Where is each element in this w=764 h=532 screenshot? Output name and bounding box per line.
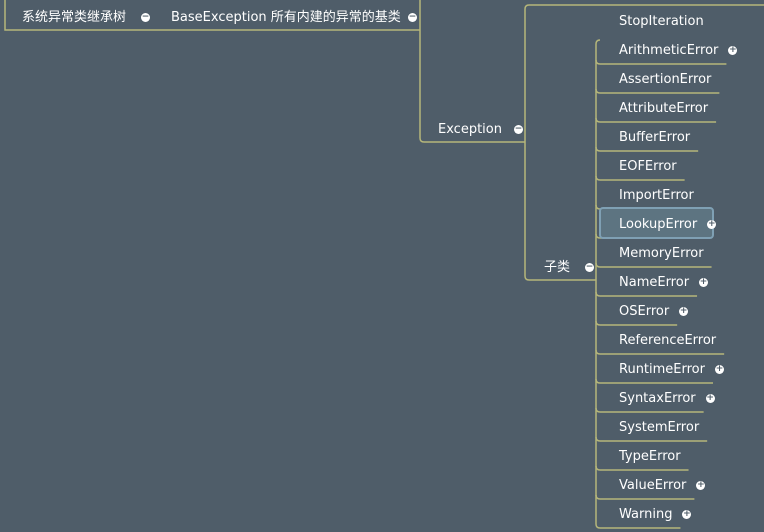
base-exception-node[interactable]: BaseException 所有内建的异常的基类 [171,10,401,26]
child-connector [595,407,704,413]
subclass-item-eoferror[interactable]: EOFError [619,159,677,175]
subclass-item-arithmeticerror[interactable]: ArithmeticError [619,43,718,59]
stopiteration-label: StopIteration [619,14,704,29]
subclass-item-syntaxerror[interactable]: SyntaxError [619,391,696,407]
child-connector [595,349,725,355]
subclass-item-attributeerror[interactable]: AttributeError [619,101,708,117]
stopiteration-node[interactable]: StopIteration [619,14,704,30]
subclass-item-referenceerror[interactable]: ReferenceError [619,333,716,349]
child-connector [595,523,681,529]
exception-node[interactable]: Exception [438,122,502,138]
expand-plus-icon[interactable]: + [679,307,689,316]
expand-plus-icon[interactable]: + [699,278,709,287]
subclass-item-label: ReferenceError [619,333,717,348]
expand-plus-icon[interactable]: + [707,220,717,229]
subclass-item-assertionerror[interactable]: AssertionError [619,72,711,88]
child-connector [595,146,699,152]
subclass-item-label: BufferError [619,130,691,145]
child-connector [595,262,712,268]
subclass-item-label: RuntimeError [619,362,705,377]
child-connector [595,291,698,297]
subclass-item-nameerror[interactable]: NameError [619,275,689,291]
mind-map-canvas: 系统异常类继承树 − BaseException 所有内建的异常的基类 − Ex… [0,0,764,532]
subclass-node[interactable]: 子类 [544,260,570,276]
subclass-item-valueerror[interactable]: ValueError [619,478,686,494]
base-exception-label: BaseException 所有内建的异常的基类 [171,10,401,25]
expand-plus-icon[interactable]: + [705,394,715,403]
children-trunk [595,39,601,524]
subclass-item-runtimeerror[interactable]: RuntimeError [619,362,705,378]
child-connector [595,494,695,500]
root-collapse-icon[interactable]: − [141,13,150,22]
exception-collapse-icon[interactable]: − [514,125,523,134]
expand-plus-icon[interactable]: + [728,46,738,55]
subclass-item-label: Warning [619,507,673,522]
subclass-item-warning[interactable]: Warning [619,507,672,523]
expand-plus-icon[interactable]: + [715,365,724,374]
root-label: 系统异常类继承树 [22,10,127,25]
subclass-item-label: MemoryError [619,246,704,261]
root-node[interactable]: 系统异常类继承树 [22,10,126,26]
child-connector [595,59,727,65]
expand-plus-icon[interactable]: + [696,481,706,490]
subclass-label: 子类 [544,260,571,275]
subclass-item-label: EOFError [619,159,677,174]
child-connector [595,88,720,94]
base-to-exception-connector [419,0,525,143]
subclass-item-label: AssertionError [619,72,712,87]
subclass-item-typeerror[interactable]: TypeError [619,449,681,465]
subclass-item-label: SystemError [619,420,700,435]
subclass-item-label: LookupError [619,217,698,232]
child-connector [595,117,717,123]
subclass-item-systemerror[interactable]: SystemError [619,420,699,436]
base-exception-collapse-icon[interactable]: − [408,13,417,22]
subclass-collapse-icon[interactable]: − [585,263,594,272]
child-connector [595,175,685,181]
child-connector [595,378,713,384]
subclass-item-label: SyntaxError [619,391,696,406]
subclass-item-label: OSError [619,304,670,319]
subclass-item-lookuperror[interactable]: LookupError [619,217,697,233]
child-connector [595,465,689,471]
exception-label: Exception [438,122,502,137]
subclass-item-label: TypeError [619,449,681,464]
child-connector [595,436,708,442]
subclass-item-importerror[interactable]: ImportError [619,188,694,204]
subclass-item-label: ValueError [619,478,687,493]
subclass-item-label: NameError [619,275,690,290]
child-connector [595,320,678,326]
subclass-item-label: ArithmeticError [619,43,719,58]
expand-plus-icon[interactable]: + [682,510,692,519]
subclass-item-label: ImportError [619,188,694,203]
subclass-item-oserror[interactable]: OSError [619,304,669,320]
subclass-item-memoryerror[interactable]: MemoryError [619,246,704,262]
subclass-item-buffererror[interactable]: BufferError [619,130,690,146]
subclass-item-label: AttributeError [619,101,709,116]
